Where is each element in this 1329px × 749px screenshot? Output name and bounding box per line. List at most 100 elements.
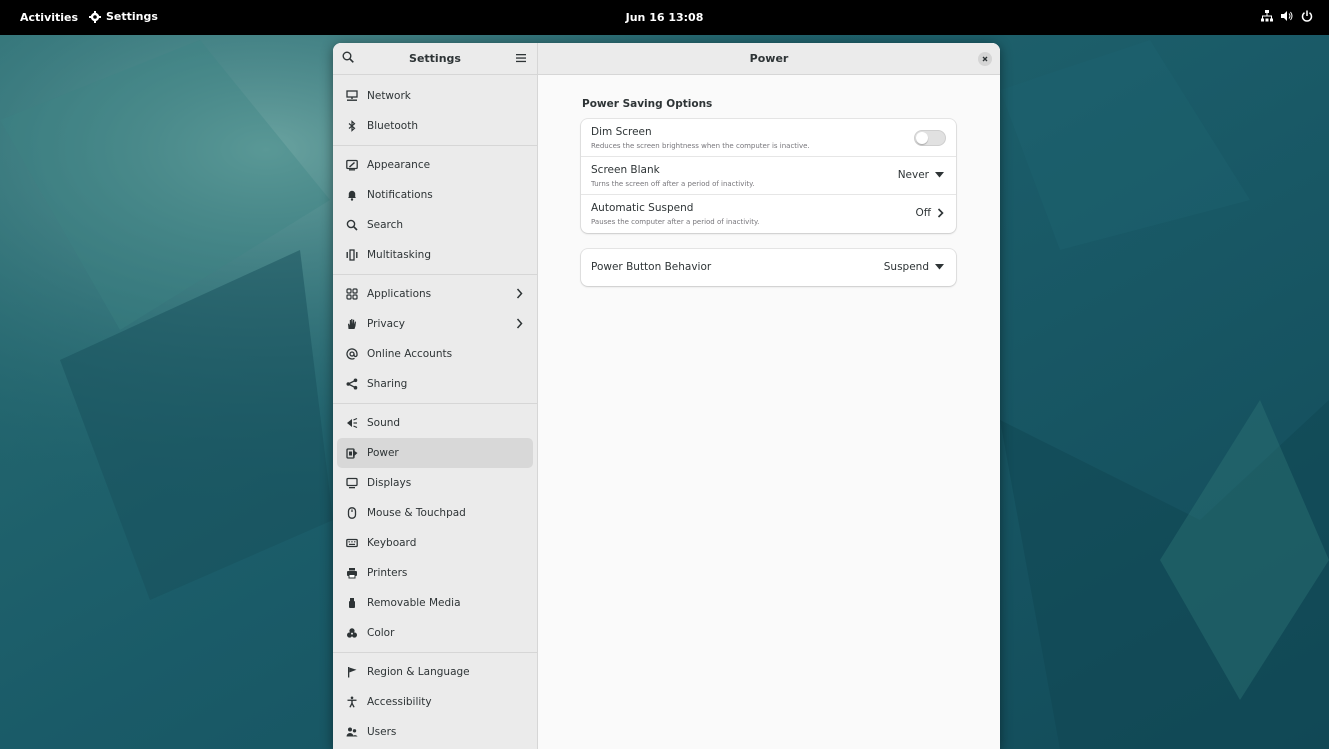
sidebar-item-sound[interactable]: Sound [337, 408, 533, 438]
top-bar: Activities Settings Jun 16 13:08 [0, 0, 1329, 35]
sidebar-item-label: Sharing [367, 378, 408, 390]
sidebar-item-region-and-language[interactable]: Region & Language [337, 657, 533, 687]
sidebar-separator [333, 145, 537, 146]
sidebar-item-applications[interactable]: Applications [337, 279, 533, 309]
screen-blank-value: Never [897, 169, 929, 181]
app-menu-button[interactable]: Settings [89, 10, 158, 23]
sidebar-item-label: Sound [367, 417, 401, 429]
sidebar-item-label: Privacy [367, 318, 406, 330]
sidebar-item-privacy[interactable]: Privacy [337, 309, 533, 339]
network-wired-icon [1261, 10, 1273, 22]
screen-blank-title: Screen Blank [591, 164, 660, 176]
sidebar-item-label: Color [367, 627, 395, 639]
screen-blank-row[interactable]: Screen Blank Turns the screen off after … [581, 157, 956, 195]
sidebar-item-appearance[interactable]: Appearance [337, 150, 533, 180]
accessibility-icon [346, 696, 358, 708]
sidebar-item-bluetooth[interactable]: Bluetooth [337, 111, 533, 141]
sidebar-item-accessibility[interactable]: Accessibility [337, 687, 533, 717]
applications-icon [346, 288, 358, 300]
sidebar-item-label: Users [367, 726, 397, 738]
sidebar-separator [333, 403, 537, 404]
sidebar-item-label: Notifications [367, 189, 433, 201]
bluetooth-icon [346, 120, 358, 132]
dim-screen-toggle[interactable] [914, 130, 946, 146]
sidebar-item-label: Appearance [367, 159, 431, 171]
sidebar-item-notifications[interactable]: Notifications [337, 180, 533, 210]
power-icon [1301, 10, 1313, 22]
system-status-menu[interactable] [1261, 10, 1313, 22]
chevron-right-icon [516, 288, 523, 302]
power-button-title: Power Button Behavior [591, 261, 712, 273]
power-saving-card: Dim Screen Reduces the screen brightness… [581, 119, 956, 233]
sidebar-item-online-accounts[interactable]: Online Accounts [337, 339, 533, 369]
users-icon [346, 726, 358, 738]
settings-window: Settings Network Bluetooth Appearance Notif… [333, 43, 1000, 749]
color-icon [346, 627, 358, 639]
sidebar-title: Settings [409, 52, 461, 65]
sidebar-item-keyboard[interactable]: Keyboard [337, 528, 533, 558]
speaker-icon [346, 417, 358, 429]
automatic-suspend-value: Off [915, 207, 932, 219]
sidebar-header: Settings [333, 43, 537, 75]
sidebar-item-power[interactable]: Power [337, 438, 533, 468]
chevron-right-icon [516, 318, 523, 332]
bell-icon [346, 189, 358, 201]
volume-icon [1281, 11, 1293, 21]
sidebar-item-network[interactable]: Network [337, 81, 533, 111]
sidebar-item-label: Printers [367, 567, 408, 579]
power-battery-icon [346, 447, 358, 459]
dim-screen-title: Dim Screen [591, 126, 652, 138]
sidebar-item-label: Online Accounts [367, 348, 453, 360]
sidebar-item-displays[interactable]: Displays [337, 468, 533, 498]
sidebar-item-label: Accessibility [367, 696, 432, 708]
hamburger-menu-icon [516, 54, 526, 63]
sidebar-item-color[interactable]: Color [337, 618, 533, 648]
page-title: Power [749, 52, 789, 65]
sidebar-item-label: Removable Media [367, 597, 461, 609]
automatic-suspend-link[interactable]: Off [916, 207, 945, 219]
gear-icon [89, 10, 101, 23]
hand-icon [346, 318, 358, 330]
sidebar-item-users[interactable]: Users [337, 717, 533, 747]
sidebar-item-search[interactable]: Search [337, 210, 533, 240]
sidebar-item-sharing[interactable]: Sharing [337, 369, 533, 399]
dropdown-arrow-icon [935, 172, 944, 178]
dim-screen-row[interactable]: Dim Screen Reduces the screen brightness… [581, 119, 956, 157]
power-panel: Power Power Saving Options Dim Screen Re… [538, 43, 1000, 749]
search-icon [346, 219, 358, 231]
chevron-right-icon [937, 208, 944, 218]
usb-icon [346, 597, 358, 609]
sidebar-item-label: Mouse & Touchpad [367, 507, 466, 519]
power-button-row[interactable]: Power Button Behavior Suspend [581, 249, 956, 286]
sidebar-item-label: Multitasking [367, 249, 432, 261]
sidebar-item-label: Region & Language [367, 666, 470, 678]
clock[interactable]: Jun 16 13:08 [626, 11, 704, 24]
activities-button[interactable]: Activities [20, 11, 78, 24]
sidebar-item-removable-media[interactable]: Removable Media [337, 588, 533, 618]
screen-blank-subtitle: Turns the screen off after a period of i… [591, 180, 755, 188]
sidebar-item-multitasking[interactable]: Multitasking [337, 240, 533, 270]
power-button-value: Suspend [883, 261, 929, 273]
sidebar-item-label: Keyboard [367, 537, 417, 549]
dim-screen-subtitle: Reduces the screen brightness when the c… [591, 142, 810, 150]
power-button-dropdown[interactable]: Suspend [884, 261, 944, 273]
sidebar-item-label: Displays [367, 477, 412, 489]
app-name: Settings [106, 10, 158, 23]
main-menu-button[interactable] [515, 52, 527, 67]
sidebar-item-printers[interactable]: Printers [337, 558, 533, 588]
screen-blank-dropdown[interactable]: Never [898, 169, 944, 181]
sidebar-list: Network Bluetooth Appearance Notifications S… [333, 75, 537, 747]
close-button[interactable] [978, 52, 992, 66]
sidebar-item-label: Applications [367, 288, 432, 300]
sidebar-item-mouse-and-touchpad[interactable]: Mouse & Touchpad [337, 498, 533, 528]
sidebar-item-label: Power [367, 447, 399, 459]
automatic-suspend-subtitle: Pauses the computer after a period of in… [591, 218, 760, 226]
sidebar-item-label: Bluetooth [367, 120, 418, 132]
toggle-knob [916, 132, 928, 144]
sidebar-separator [333, 274, 537, 275]
sidebar: Settings Network Bluetooth Appearance Notif… [333, 43, 538, 749]
sidebar-item-label: Search [367, 219, 404, 231]
automatic-suspend-row[interactable]: Automatic Suspend Pauses the computer af… [581, 195, 956, 233]
multitasking-icon [346, 249, 358, 261]
sidebar-separator [333, 652, 537, 653]
